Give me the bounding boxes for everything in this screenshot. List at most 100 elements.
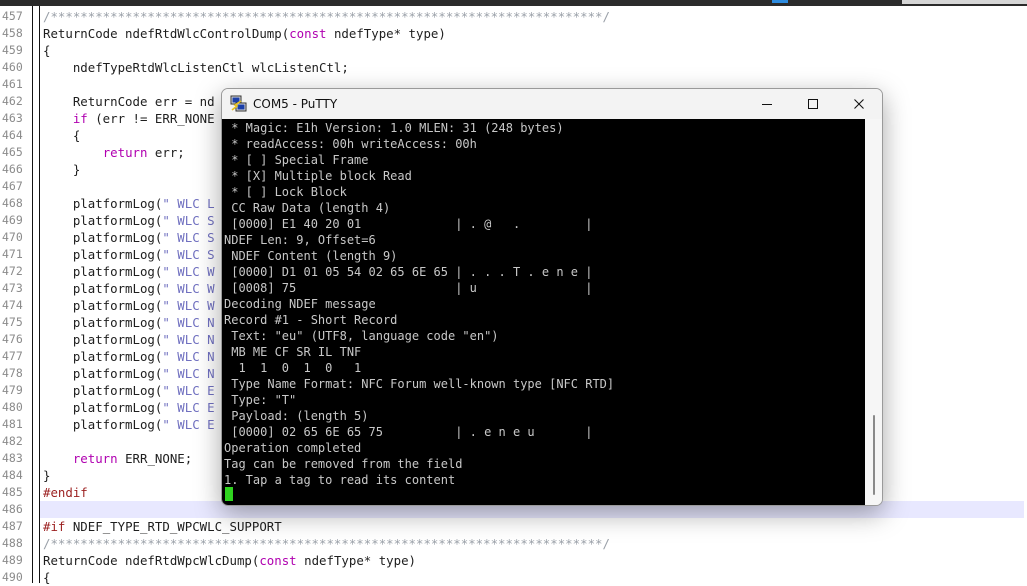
code-line[interactable]: } xyxy=(43,467,50,484)
terminal-line: NDEF Len: 9, Offset=6 xyxy=(224,233,376,247)
code-line[interactable]: ReturnCode ndefRtdWpcWlcDump(const ndefT… xyxy=(43,552,416,569)
close-button[interactable] xyxy=(836,89,882,119)
code-token: " WLC N xyxy=(162,315,215,330)
terminal-line: Type: "T" xyxy=(224,393,297,407)
terminal-line: CC Raw Data (length 4) xyxy=(224,201,391,215)
code-token: { xyxy=(43,43,51,58)
terminal-line: Payload: (length 5) xyxy=(224,409,369,423)
code-line[interactable]: #if NDEF_TYPE_RTD_WPCWLC_SUPPORT xyxy=(43,518,282,535)
line-number: 463 xyxy=(2,111,23,125)
minimize-icon xyxy=(762,104,772,105)
code-token: platformLog( xyxy=(43,383,163,398)
code-line[interactable]: platformLog(" WLC E xyxy=(43,416,215,433)
code-line[interactable]: platformLog(" WLC E xyxy=(43,382,215,399)
code-token: if xyxy=(72,111,88,126)
code-line[interactable]: { xyxy=(43,42,50,59)
code-token: platformLog( xyxy=(43,264,163,279)
code-line[interactable]: return ERR_NONE; xyxy=(43,450,192,467)
code-line[interactable]: } xyxy=(43,161,80,178)
code-line[interactable]: { xyxy=(43,569,50,586)
terminal-line: [0000] 02 65 6E 65 75 | . e n e u | xyxy=(224,425,593,439)
code-token: return xyxy=(102,145,148,160)
terminal-cursor xyxy=(225,487,233,501)
fold-margin[interactable] xyxy=(32,6,40,583)
editor-tab[interactable] xyxy=(902,0,1027,4)
code-token: NDEF_TYPE_RTD_WPCWLC_SUPPORT xyxy=(65,519,282,534)
line-number: 461 xyxy=(2,77,23,91)
code-token: " WLC S xyxy=(162,247,215,262)
terminal-line: * [ ] Special Frame xyxy=(224,153,369,167)
code-line[interactable]: platformLog(" WLC N xyxy=(43,331,215,348)
minimize-button[interactable] xyxy=(744,89,790,119)
code-token: ReturnCode ndefRtdWpcWlcDump( xyxy=(43,553,260,568)
line-number: 472 xyxy=(2,264,23,278)
putty-window[interactable]: COM5 - PuTTY * Magic: E1h Version: 1.0 M… xyxy=(221,88,883,506)
terminal-line: MB ME CF SR IL TNF xyxy=(224,345,362,359)
code-token: ndefType* type) xyxy=(296,553,417,568)
terminal-line: [0000] E1 40 20 01 | . @ . | xyxy=(224,217,593,231)
code-line[interactable]: #endif xyxy=(43,484,88,501)
code-line[interactable]: platformLog(" WLC S xyxy=(43,212,215,229)
line-number: 462 xyxy=(2,94,23,108)
code-token: " WLC N xyxy=(162,366,215,381)
line-number: 485 xyxy=(2,485,23,499)
line-number: 460 xyxy=(2,60,23,74)
line-number: 478 xyxy=(2,366,23,380)
code-line[interactable]: platformLog(" WLC S xyxy=(43,229,215,246)
line-number: 482 xyxy=(2,434,23,448)
code-line[interactable]: /***************************************… xyxy=(43,8,610,25)
terminal-line: [0008] 75 | u | xyxy=(224,281,593,295)
terminal-line: * readAccess: 00h writeAccess: 00h xyxy=(224,137,477,151)
terminal-line: Operation completed xyxy=(224,441,362,455)
terminal-line: Tag can be removed from the field xyxy=(224,457,463,471)
code-token: return xyxy=(72,451,118,466)
line-number: 487 xyxy=(2,519,23,533)
code-token: /***************************************… xyxy=(43,536,610,551)
line-number: 469 xyxy=(2,213,23,227)
code-line[interactable]: if (err != ERR_NONE xyxy=(43,110,215,127)
code-line[interactable]: return err; xyxy=(43,144,185,161)
code-token: " WLC S xyxy=(162,213,215,228)
terminal-output[interactable]: * Magic: E1h Version: 1.0 MLEN: 31 (248 … xyxy=(222,119,865,505)
code-line[interactable]: platformLog(" WLC L xyxy=(43,195,215,212)
line-number: 477 xyxy=(2,349,23,363)
line-number: 473 xyxy=(2,281,23,295)
scrollbar-thumb[interactable] xyxy=(873,415,875,495)
code-line[interactable]: platformLog(" WLC S xyxy=(43,246,215,263)
code-token: err; xyxy=(147,145,185,160)
maximize-button[interactable] xyxy=(790,89,836,119)
code-token: platformLog( xyxy=(43,366,163,381)
code-line[interactable]: platformLog(" WLC E xyxy=(43,399,215,416)
code-token: platformLog( xyxy=(43,332,163,347)
vertical-scrollbar[interactable] xyxy=(865,119,882,505)
line-number: 474 xyxy=(2,298,23,312)
code-line[interactable]: ndefTypeRtdWlcListenCtl wlcListenCtl; xyxy=(43,59,349,76)
code-line[interactable]: platformLog(" WLC W xyxy=(43,297,215,314)
code-token: " WLC W xyxy=(162,298,215,313)
code-token: " WLC W xyxy=(162,264,215,279)
code-token: const xyxy=(259,553,297,568)
terminal-line: NDEF Content (length 9) xyxy=(224,249,398,263)
code-line[interactable]: platformLog(" WLC N xyxy=(43,314,215,331)
line-number: 475 xyxy=(2,315,23,329)
line-number: 457 xyxy=(2,9,23,23)
code-token: platformLog( xyxy=(43,196,163,211)
code-line[interactable]: platformLog(" WLC N xyxy=(43,365,215,382)
terminal-line: Text: "eu" (UTF8, language code "en") xyxy=(224,329,499,343)
code-token: " WLC N xyxy=(162,332,215,347)
code-line[interactable]: /***************************************… xyxy=(43,535,610,552)
code-line[interactable]: platformLog(" WLC W xyxy=(43,263,215,280)
code-line[interactable]: ReturnCode err = nd xyxy=(43,93,215,110)
code-token: " WLC E xyxy=(162,400,215,415)
code-token: platformLog( xyxy=(43,247,163,262)
code-line[interactable]: { xyxy=(43,127,80,144)
code-line[interactable]: ReturnCode ndefRtdWlcControlDump(const n… xyxy=(43,25,446,42)
code-line[interactable]: platformLog(" WLC N xyxy=(43,348,215,365)
title-bar[interactable]: COM5 - PuTTY xyxy=(222,89,882,119)
code-line[interactable]: platformLog(" WLC W xyxy=(43,280,215,297)
line-number: 484 xyxy=(2,468,23,482)
line-number: 464 xyxy=(2,128,23,142)
line-number: 489 xyxy=(2,553,23,567)
line-number: 459 xyxy=(2,43,23,57)
